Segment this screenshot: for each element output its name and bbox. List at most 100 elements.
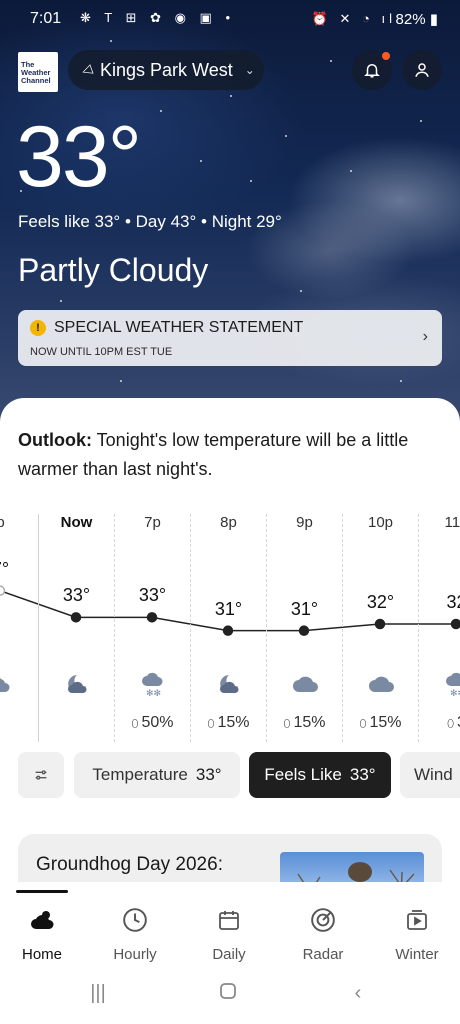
hour-temperature-label: 7° (0, 558, 10, 579)
precip-row: ⬯ 15% (267, 714, 342, 732)
precip-chance: 50% (141, 714, 174, 731)
nav-winter-label: Winter (395, 946, 439, 963)
video-play-icon (371, 904, 460, 936)
raindrop-icon: ⬯ (447, 718, 458, 730)
hour-temperature-label: 31° (214, 598, 243, 619)
account-button[interactable] (402, 50, 442, 90)
calendar-icon (183, 904, 275, 936)
home-square-icon (220, 983, 236, 999)
svg-text:✻✻: ✻✻ (450, 688, 460, 698)
outlook-label: Outlook: (18, 430, 92, 450)
nav-hourly-label: Hourly (113, 946, 157, 963)
raindrop-icon: ⬯ (283, 718, 294, 730)
hour-temperature-label: 32 (446, 592, 460, 612)
precip-chance: 15% (217, 714, 250, 731)
cloud-icon (267, 672, 342, 699)
filter-feels-label: Feels Like (264, 765, 342, 784)
raindrop-icon: ⬯ (207, 718, 218, 730)
bottom-navigation: Home Hourly Daily Radar Winter ||| ‹ (0, 882, 460, 1024)
precip-row: ⬯ 3 (419, 714, 460, 732)
forecast-sheet: Outlook: Tonight's low temperature will … (0, 398, 460, 898)
chart-filter-row: Temperature 33° Feels Like 33° Wind (18, 752, 460, 798)
precip-chance: 15% (293, 714, 326, 731)
filter-settings-button[interactable] (18, 752, 64, 798)
status-time: 7:01 (30, 10, 62, 27)
notification-dot (382, 52, 390, 60)
filter-temperature-label: Temperature (92, 765, 188, 784)
hour-temperature-label: 33° (62, 585, 91, 606)
precip-row: ⬯ 50% (115, 714, 190, 732)
warning-icon: ! (30, 320, 46, 336)
raindrop-icon: ⬯ (131, 718, 142, 730)
status-bar: 7:01 ❋ T ⊞ ✿ ◉ ▣ • ⏰ ✕ ◔ ıl 82% ▮ (0, 8, 460, 32)
hour-column[interactable]: 8p 31° ⬯ 15% (190, 514, 266, 742)
nav-winter[interactable]: Winter (371, 904, 460, 963)
hour-column[interactable]: p 7° (0, 514, 38, 742)
battery-level: 82% ▮ (395, 11, 438, 28)
filter-temperature-value: 33° (195, 765, 222, 784)
filter-wind-label: Wind (414, 765, 453, 784)
filter-wind[interactable]: Wind (400, 752, 460, 798)
moon-cloud-icon (191, 672, 266, 701)
nav-home-label: Home (21, 946, 62, 963)
location-selector[interactable]: ◁ Kings Park West ⌄ (68, 50, 264, 90)
back-button[interactable]: ‹ (338, 982, 378, 1005)
cloud-home-icon (0, 904, 88, 936)
nav-hourly[interactable]: Hourly (89, 904, 181, 963)
hour-label: Now (60, 514, 93, 531)
location-name: Kings Park West (100, 59, 233, 80)
alert-subtitle: NOW UNTIL 10PM EST TUE (30, 346, 173, 358)
weather-alert-card[interactable]: ! SPECIAL WEATHER STATEMENT NOW UNTIL 10… (18, 310, 442, 366)
moon-cloud-icon (39, 672, 114, 701)
bell-icon (364, 64, 380, 78)
location-arrow-icon: ◁ (79, 60, 95, 79)
hour-label: 8p (220, 514, 237, 531)
hour-column[interactable]: 7p 33° ✻✻ ⬯ 50% (114, 514, 190, 742)
clock-icon (89, 904, 181, 936)
partly-sunny-icon (0, 672, 38, 699)
hour-column[interactable]: 9p 31° ⬯ 15% (266, 514, 342, 742)
precip-row: ⬯ 15% (343, 714, 418, 732)
snow-cloud-icon: ✻✻ (115, 672, 190, 703)
hour-column[interactable]: Now 33° (38, 514, 114, 742)
hour-column[interactable]: 11p 32 ✻✻ ⬯ 3 (418, 514, 460, 742)
chevron-down-icon: ⌄ (244, 63, 255, 77)
nav-daily[interactable]: Daily (183, 904, 275, 963)
person-icon (415, 63, 429, 77)
precip-row: ⬯ 15% (191, 714, 266, 732)
nav-radar-label: Radar (302, 946, 344, 963)
radar-icon (277, 904, 369, 936)
nav-radar[interactable]: Radar (277, 904, 369, 963)
filter-temperature[interactable]: Temperature 33° (74, 752, 240, 798)
outlook-text: Outlook: Tonight's low temperature will … (18, 426, 438, 484)
alert-title: SPECIAL WEATHER STATEMENT (54, 319, 304, 336)
status-notification-icons: ❋ T ⊞ ✿ ◉ ▣ • (80, 10, 235, 25)
notifications-button[interactable] (352, 50, 392, 90)
recent-apps-button[interactable]: ||| (78, 982, 118, 1005)
svg-text:✻✻: ✻✻ (146, 688, 161, 698)
snow-cloud-icon: ✻✻ (419, 672, 460, 703)
home-button[interactable] (208, 982, 248, 1006)
nav-daily-label: Daily (212, 946, 246, 963)
hour-label: 11p (444, 514, 460, 531)
chevron-right-icon: › (422, 328, 428, 345)
hour-temperature-label: 33° (138, 585, 167, 606)
hour-label: 9p (296, 514, 313, 531)
hour-temperature-label: 31° (290, 598, 319, 619)
feels-like-summary: Feels like 33° • Day 43° • Night 29° (18, 212, 282, 231)
article-title: Groundhog Day 2026: (36, 854, 223, 875)
weather-channel-logo[interactable]: The Weather Channel (18, 52, 58, 92)
hour-label: 7p (144, 514, 161, 531)
filter-feels-value: 33° (349, 765, 376, 784)
hour-temperature-label: 32° (366, 592, 395, 612)
hour-label: p (0, 514, 5, 531)
sliders-icon (35, 770, 47, 780)
precip-chance: 15% (369, 714, 402, 731)
hour-column[interactable]: 10p 32° ⬯ 15% (342, 514, 418, 742)
current-condition: Partly Cloudy (18, 252, 209, 288)
hour-label: 10p (367, 514, 394, 531)
active-tab-indicator (16, 890, 68, 893)
nav-home[interactable]: Home (0, 904, 88, 963)
filter-feels-like[interactable]: Feels Like 33° (249, 752, 391, 798)
current-temperature: 33° (16, 109, 142, 205)
